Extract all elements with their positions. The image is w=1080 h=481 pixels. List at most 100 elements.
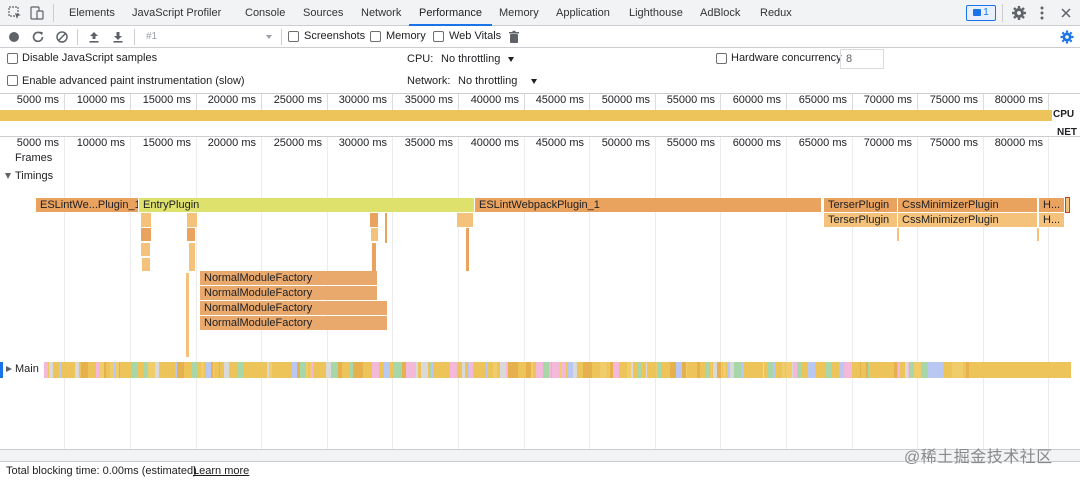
tab-elements[interactable]: Elements — [59, 0, 125, 26]
ruler-tick-label: 15000 ms — [142, 137, 191, 149]
clear-icon[interactable] — [54, 29, 70, 45]
tab-sources[interactable]: Sources — [293, 0, 353, 26]
main-activity-segment — [921, 362, 928, 378]
ruler-tick-label: 25000 ms — [273, 94, 322, 106]
profile-select[interactable]: #1 — [138, 28, 276, 46]
tab-javascript-profiler[interactable]: JavaScript Profiler — [122, 0, 231, 26]
timing-bar[interactable]: CssMinimizerPlugin — [898, 198, 1038, 212]
main-activity-segment — [89, 362, 96, 378]
ruler-tick-label: 35000 ms — [404, 137, 453, 149]
timing-bar[interactable]: H... — [1039, 198, 1065, 212]
memory-checkbox[interactable] — [370, 31, 381, 42]
timing-bar-selected[interactable] — [1065, 197, 1070, 213]
timing-mark — [187, 213, 197, 227]
gear-icon[interactable] — [1010, 4, 1028, 22]
main-activity-segment — [832, 362, 839, 378]
advanced-paint-checkbox[interactable] — [7, 75, 18, 86]
devtools-tab-bar: Elements JavaScript Profiler Console Sou… — [0, 0, 1080, 26]
ruler-tick-label: 40000 ms — [470, 137, 519, 149]
frames-track-label[interactable]: Frames — [15, 152, 52, 164]
inspect-element-icon[interactable] — [6, 4, 24, 22]
main-activity-segment — [1066, 362, 1071, 378]
timing-mark — [370, 213, 378, 227]
trash-icon[interactable] — [506, 29, 522, 45]
timing-bar[interactable]: CssMinimizerPlugin — [898, 213, 1038, 227]
ruler-tick — [196, 94, 197, 110]
tab-lighthouse[interactable]: Lighthouse — [619, 0, 693, 26]
reload-record-button[interactable] — [30, 29, 46, 45]
ruler-tick-label: 50000 ms — [601, 94, 650, 106]
tab-performance[interactable]: Performance — [409, 0, 492, 26]
timing-bar[interactable]: TerserPlugin — [824, 198, 898, 212]
ruler-tick-label: 65000 ms — [798, 94, 847, 106]
network-throttling-select[interactable]: No throttling — [458, 75, 517, 88]
main-activity-segment — [450, 362, 457, 378]
record-button[interactable] — [6, 29, 22, 45]
timing-bar[interactable]: NormalModuleFactory — [200, 316, 388, 330]
ruler-tick-label: 20000 ms — [207, 137, 256, 149]
close-icon[interactable] — [1057, 4, 1075, 22]
timing-mark — [189, 243, 195, 271]
main-activity-segment — [473, 362, 480, 378]
ruler-tick-label: 40000 ms — [470, 94, 519, 106]
timing-bar[interactable]: NormalModuleFactory — [200, 271, 378, 285]
timing-bar[interactable]: ESLintWe...Plugin_1 — [36, 198, 139, 212]
grid-line — [524, 137, 525, 449]
ruler-tick — [392, 94, 393, 110]
timing-bar[interactable]: NormalModuleFactory — [200, 301, 388, 315]
timing-bar[interactable]: ESLintWebpackPlugin_1 — [475, 198, 822, 212]
timing-bar[interactable]: H... — [1039, 213, 1065, 227]
upload-profile-icon[interactable] — [86, 29, 102, 45]
timing-mark — [385, 213, 387, 243]
main-thread-summary[interactable] — [44, 362, 1071, 378]
main-activity-segment — [661, 362, 668, 378]
timing-bar[interactable]: TerserPlugin — [824, 213, 898, 227]
capture-settings-gear-icon[interactable] — [1059, 29, 1075, 45]
timing-bar[interactable]: NormalModuleFactory — [200, 286, 378, 300]
timeline-overview[interactable]: 5000 ms 10000 ms 15000 ms 20000 ms 25000 ms 3… — [0, 94, 1080, 138]
ruler-tick-label: 60000 ms — [732, 137, 781, 149]
tab-redux[interactable]: Redux — [750, 0, 802, 26]
ruler-tick — [983, 94, 984, 110]
ruler-tick-label: 45000 ms — [535, 94, 584, 106]
tab-application[interactable]: Application — [546, 0, 620, 26]
main-activity-segment — [230, 362, 237, 378]
timing-mark — [897, 228, 899, 241]
flame-chart[interactable]: 5000 ms 10000 ms 15000 ms 20000 ms 25000 ms 3… — [0, 137, 1080, 449]
timing-mark — [371, 228, 378, 241]
more-options-icon[interactable] — [1033, 4, 1051, 22]
timing-bar[interactable]: EntryPlugin — [139, 198, 475, 212]
learn-more-link[interactable]: Learn more — [193, 465, 249, 478]
toolbar-divider — [281, 29, 282, 45]
messages-badge[interactable]: 1 — [966, 5, 996, 21]
tab-memory[interactable]: Memory — [489, 0, 549, 26]
cpu-activity-band — [0, 110, 1052, 121]
ruler-tick-label: 25000 ms — [273, 137, 322, 149]
timings-track-header[interactable]: Timings — [5, 170, 53, 182]
timing-mark — [466, 228, 469, 271]
hardware-concurrency-label: Hardware concurrency — [731, 52, 842, 64]
tab-adblock[interactable]: AdBlock — [690, 0, 750, 26]
tab-network[interactable]: Network — [351, 0, 411, 26]
ruler-tick-label: 55000 ms — [666, 137, 715, 149]
ruler-tick — [852, 94, 853, 110]
ruler-tick-label: 10000 ms — [76, 137, 125, 149]
disable-js-samples-label: Disable JavaScript samples — [22, 52, 158, 64]
screenshots-checkbox[interactable] — [288, 31, 299, 42]
main-track-header[interactable]: Main — [0, 362, 44, 378]
grid-line — [1048, 137, 1049, 449]
cpu-throttling-select[interactable]: No throttling — [441, 53, 500, 66]
ruler-tick-label: 75000 ms — [929, 137, 978, 149]
hardware-concurrency-checkbox[interactable] — [716, 53, 727, 64]
ruler-tick — [327, 94, 328, 110]
tab-console[interactable]: Console — [235, 0, 295, 26]
disable-js-samples-checkbox[interactable] — [7, 53, 18, 64]
device-toolbar-icon[interactable] — [28, 4, 46, 22]
timing-mark — [372, 243, 376, 271]
toolbar-divider — [134, 29, 135, 45]
ruler-tick — [64, 94, 65, 110]
hardware-concurrency-input[interactable]: 8 — [840, 49, 884, 69]
screenshots-label: Screenshots — [304, 30, 366, 42]
web-vitals-checkbox[interactable] — [433, 31, 444, 42]
download-profile-icon[interactable] — [110, 29, 126, 45]
